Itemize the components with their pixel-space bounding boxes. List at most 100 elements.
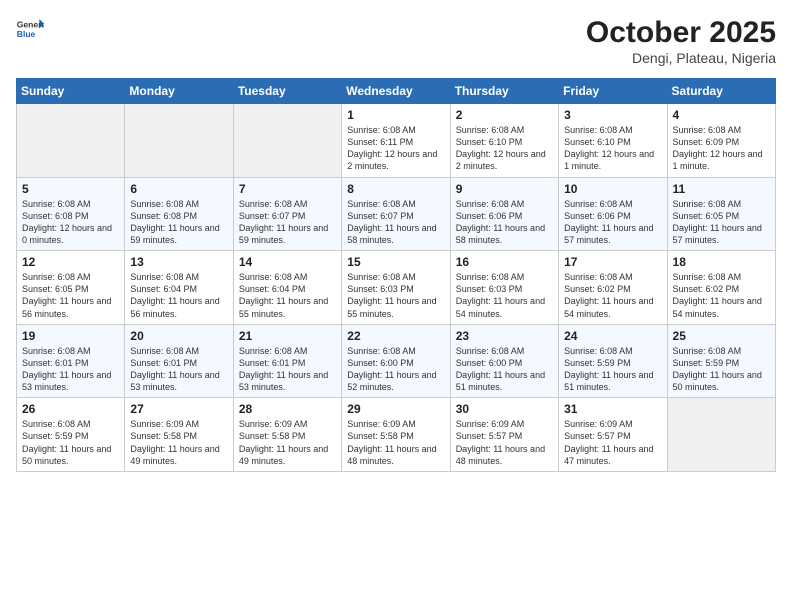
calendar-cell: 2 Sunrise: 6:08 AM Sunset: 6:10 PM Daylig… [450, 104, 558, 178]
day-number: 20 [130, 329, 227, 343]
calendar-cell: 9Sunrise: 6:08 AM Sunset: 6:06 PM Daylig… [450, 177, 558, 251]
day-info: Sunrise: 6:08 AM Sunset: 6:03 PM Dayligh… [456, 271, 553, 320]
calendar-cell: 28 Sunrise: 6:09 AM Sunset: 5:58 PM Dayli… [233, 398, 341, 472]
day-number: 26 [22, 402, 119, 416]
calendar-week-row: 1 Sunrise: 6:08 AM Sunset: 6:11 PM Daylig… [17, 104, 776, 178]
day-number: 2 [456, 108, 553, 122]
calendar-cell: 19Sunrise: 6:08 AM Sunset: 6:01 PM Dayli… [17, 324, 125, 398]
calendar-cell [125, 104, 233, 178]
day-info: Sunrise: 6:08 AM Sunset: 6:06 PM Dayligh… [564, 198, 661, 247]
day-number: 12 [22, 255, 119, 269]
day-info: Sunrise: 6:08 AM Sunset: 6:07 PM Dayligh… [239, 198, 336, 247]
day-info: Sunrise: 6:08 AM Sunset: 6:06 PM Dayligh… [456, 198, 553, 247]
calendar-cell [233, 104, 341, 178]
title-block: October 2025 Dengi, Plateau, Nigeria [586, 16, 776, 66]
page-subtitle: Dengi, Plateau, Nigeria [586, 50, 776, 66]
day-number: 27 [130, 402, 227, 416]
calendar-cell: 12 Sunrise: 6:08 AM Sunset: 6:05 PM Dayli… [17, 251, 125, 325]
day-number: 21 [239, 329, 336, 343]
day-number: 4 [673, 108, 770, 122]
weekday-header-thursday: Thursday [450, 79, 558, 104]
weekday-header-saturday: Saturday [667, 79, 775, 104]
page-title: October 2025 [586, 16, 776, 50]
calendar-cell: 30 Sunrise: 6:09 AM Sunset: 5:57 PM Dayli… [450, 398, 558, 472]
logo-icon: General Blue [16, 16, 44, 44]
calendar-cell: 6 Sunrise: 6:08 AM Sunset: 6:08 PM Daylig… [125, 177, 233, 251]
day-info: Sunrise: 6:08 AM Sunset: 6:04 PM Dayligh… [130, 271, 227, 320]
day-number: 19 [22, 329, 119, 343]
calendar-cell: 11Sunrise: 6:08 AM Sunset: 6:05 PM Dayli… [667, 177, 775, 251]
calendar-cell: 24Sunrise: 6:08 AM Sunset: 5:59 PM Dayli… [559, 324, 667, 398]
day-info: Sunrise: 6:08 AM Sunset: 6:03 PM Dayligh… [347, 271, 444, 320]
day-info: Sunrise: 6:09 AM Sunset: 5:58 PM Dayligh… [239, 418, 336, 467]
day-info: Sunrise: 6:08 AM Sunset: 6:00 PM Dayligh… [456, 345, 553, 394]
day-number: 24 [564, 329, 661, 343]
day-info: Sunrise: 6:09 AM Sunset: 5:57 PM Dayligh… [456, 418, 553, 467]
calendar-cell: 23 Sunrise: 6:08 AM Sunset: 6:00 PM Dayli… [450, 324, 558, 398]
day-info: Sunrise: 6:08 AM Sunset: 6:00 PM Dayligh… [347, 345, 444, 394]
day-info: Sunrise: 6:08 AM Sunset: 6:05 PM Dayligh… [22, 271, 119, 320]
weekday-header-sunday: Sunday [17, 79, 125, 104]
day-info: Sunrise: 6:08 AM Sunset: 6:01 PM Dayligh… [130, 345, 227, 394]
calendar-cell: 17Sunrise: 6:08 AM Sunset: 6:02 PM Dayli… [559, 251, 667, 325]
day-info: Sunrise: 6:08 AM Sunset: 6:01 PM Dayligh… [239, 345, 336, 394]
weekday-header-row: SundayMondayTuesdayWednesdayThursdayFrid… [17, 79, 776, 104]
calendar-cell: 22 Sunrise: 6:08 AM Sunset: 6:00 PM Dayli… [342, 324, 450, 398]
day-info: Sunrise: 6:08 AM Sunset: 6:04 PM Dayligh… [239, 271, 336, 320]
day-info: Sunrise: 6:08 AM Sunset: 5:59 PM Dayligh… [673, 345, 770, 394]
calendar-cell: 15 Sunrise: 6:08 AM Sunset: 6:03 PM Dayli… [342, 251, 450, 325]
day-info: Sunrise: 6:08 AM Sunset: 6:11 PM Dayligh… [347, 124, 444, 173]
calendar-cell: 20 Sunrise: 6:08 AM Sunset: 6:01 PM Dayli… [125, 324, 233, 398]
day-number: 25 [673, 329, 770, 343]
calendar-week-row: 5Sunrise: 6:08 AM Sunset: 6:08 PM Daylig… [17, 177, 776, 251]
calendar-cell [667, 398, 775, 472]
weekday-header-tuesday: Tuesday [233, 79, 341, 104]
day-info: Sunrise: 6:08 AM Sunset: 6:10 PM Dayligh… [564, 124, 661, 173]
calendar-cell [17, 104, 125, 178]
day-number: 1 [347, 108, 444, 122]
calendar-week-row: 19 Sunrise: 6:08 AM Sunset: 6:01 PM Dayli… [17, 324, 776, 398]
calendar-cell: 3Sunrise: 6:08 AM Sunset: 6:10 PM Daylig… [559, 104, 667, 178]
day-number: 31 [564, 402, 661, 416]
day-number: 10 [564, 182, 661, 196]
day-number: 23 [456, 329, 553, 343]
day-info: Sunrise: 6:08 AM Sunset: 5:59 PM Dayligh… [22, 418, 119, 467]
day-number: 22 [347, 329, 444, 343]
day-number: 8 [347, 182, 444, 196]
day-number: 7 [239, 182, 336, 196]
day-number: 6 [130, 182, 227, 196]
day-info: Sunrise: 6:08 AM Sunset: 6:02 PM Dayligh… [564, 271, 661, 320]
calendar-cell: 8 Sunrise: 6:08 AM Sunset: 6:07 PM Daylig… [342, 177, 450, 251]
calendar-cell: 16Sunrise: 6:08 AM Sunset: 6:03 PM Dayli… [450, 251, 558, 325]
calendar-cell: 25 Sunrise: 6:08 AM Sunset: 5:59 PM Dayli… [667, 324, 775, 398]
day-info: Sunrise: 6:08 AM Sunset: 6:08 PM Dayligh… [22, 198, 119, 247]
calendar-cell: 4Sunrise: 6:08 AM Sunset: 6:09 PM Daylig… [667, 104, 775, 178]
day-number: 13 [130, 255, 227, 269]
day-info: Sunrise: 6:08 AM Sunset: 6:07 PM Dayligh… [347, 198, 444, 247]
day-info: Sunrise: 6:08 AM Sunset: 6:08 PM Dayligh… [130, 198, 227, 247]
calendar-cell: 29 Sunrise: 6:09 AM Sunset: 5:58 PM Dayli… [342, 398, 450, 472]
day-info: Sunrise: 6:09 AM Sunset: 5:58 PM Dayligh… [130, 418, 227, 467]
calendar-week-row: 12 Sunrise: 6:08 AM Sunset: 6:05 PM Dayli… [17, 251, 776, 325]
weekday-header-friday: Friday [559, 79, 667, 104]
day-number: 28 [239, 402, 336, 416]
page-header: General Blue October 2025 Dengi, Plateau… [16, 16, 776, 66]
day-number: 29 [347, 402, 444, 416]
calendar-cell: 21 Sunrise: 6:08 AM Sunset: 6:01 PM Dayli… [233, 324, 341, 398]
calendar-week-row: 26 Sunrise: 6:08 AM Sunset: 5:59 PM Dayli… [17, 398, 776, 472]
calendar-cell: 10 Sunrise: 6:08 AM Sunset: 6:06 PM Dayli… [559, 177, 667, 251]
day-info: Sunrise: 6:08 AM Sunset: 6:10 PM Dayligh… [456, 124, 553, 173]
weekday-header-monday: Monday [125, 79, 233, 104]
calendar-cell: 5Sunrise: 6:08 AM Sunset: 6:08 PM Daylig… [17, 177, 125, 251]
day-number: 30 [456, 402, 553, 416]
day-info: Sunrise: 6:08 AM Sunset: 6:02 PM Dayligh… [673, 271, 770, 320]
day-info: Sunrise: 6:09 AM Sunset: 5:58 PM Dayligh… [347, 418, 444, 467]
calendar-cell: 13 Sunrise: 6:08 AM Sunset: 6:04 PM Dayli… [125, 251, 233, 325]
calendar-cell: 18 Sunrise: 6:08 AM Sunset: 6:02 PM Dayli… [667, 251, 775, 325]
day-number: 18 [673, 255, 770, 269]
day-number: 15 [347, 255, 444, 269]
calendar-cell: 26 Sunrise: 6:08 AM Sunset: 5:59 PM Dayli… [17, 398, 125, 472]
logo: General Blue [16, 16, 44, 44]
calendar-cell: 1 Sunrise: 6:08 AM Sunset: 6:11 PM Daylig… [342, 104, 450, 178]
calendar-cell: 7 Sunrise: 6:08 AM Sunset: 6:07 PM Daylig… [233, 177, 341, 251]
